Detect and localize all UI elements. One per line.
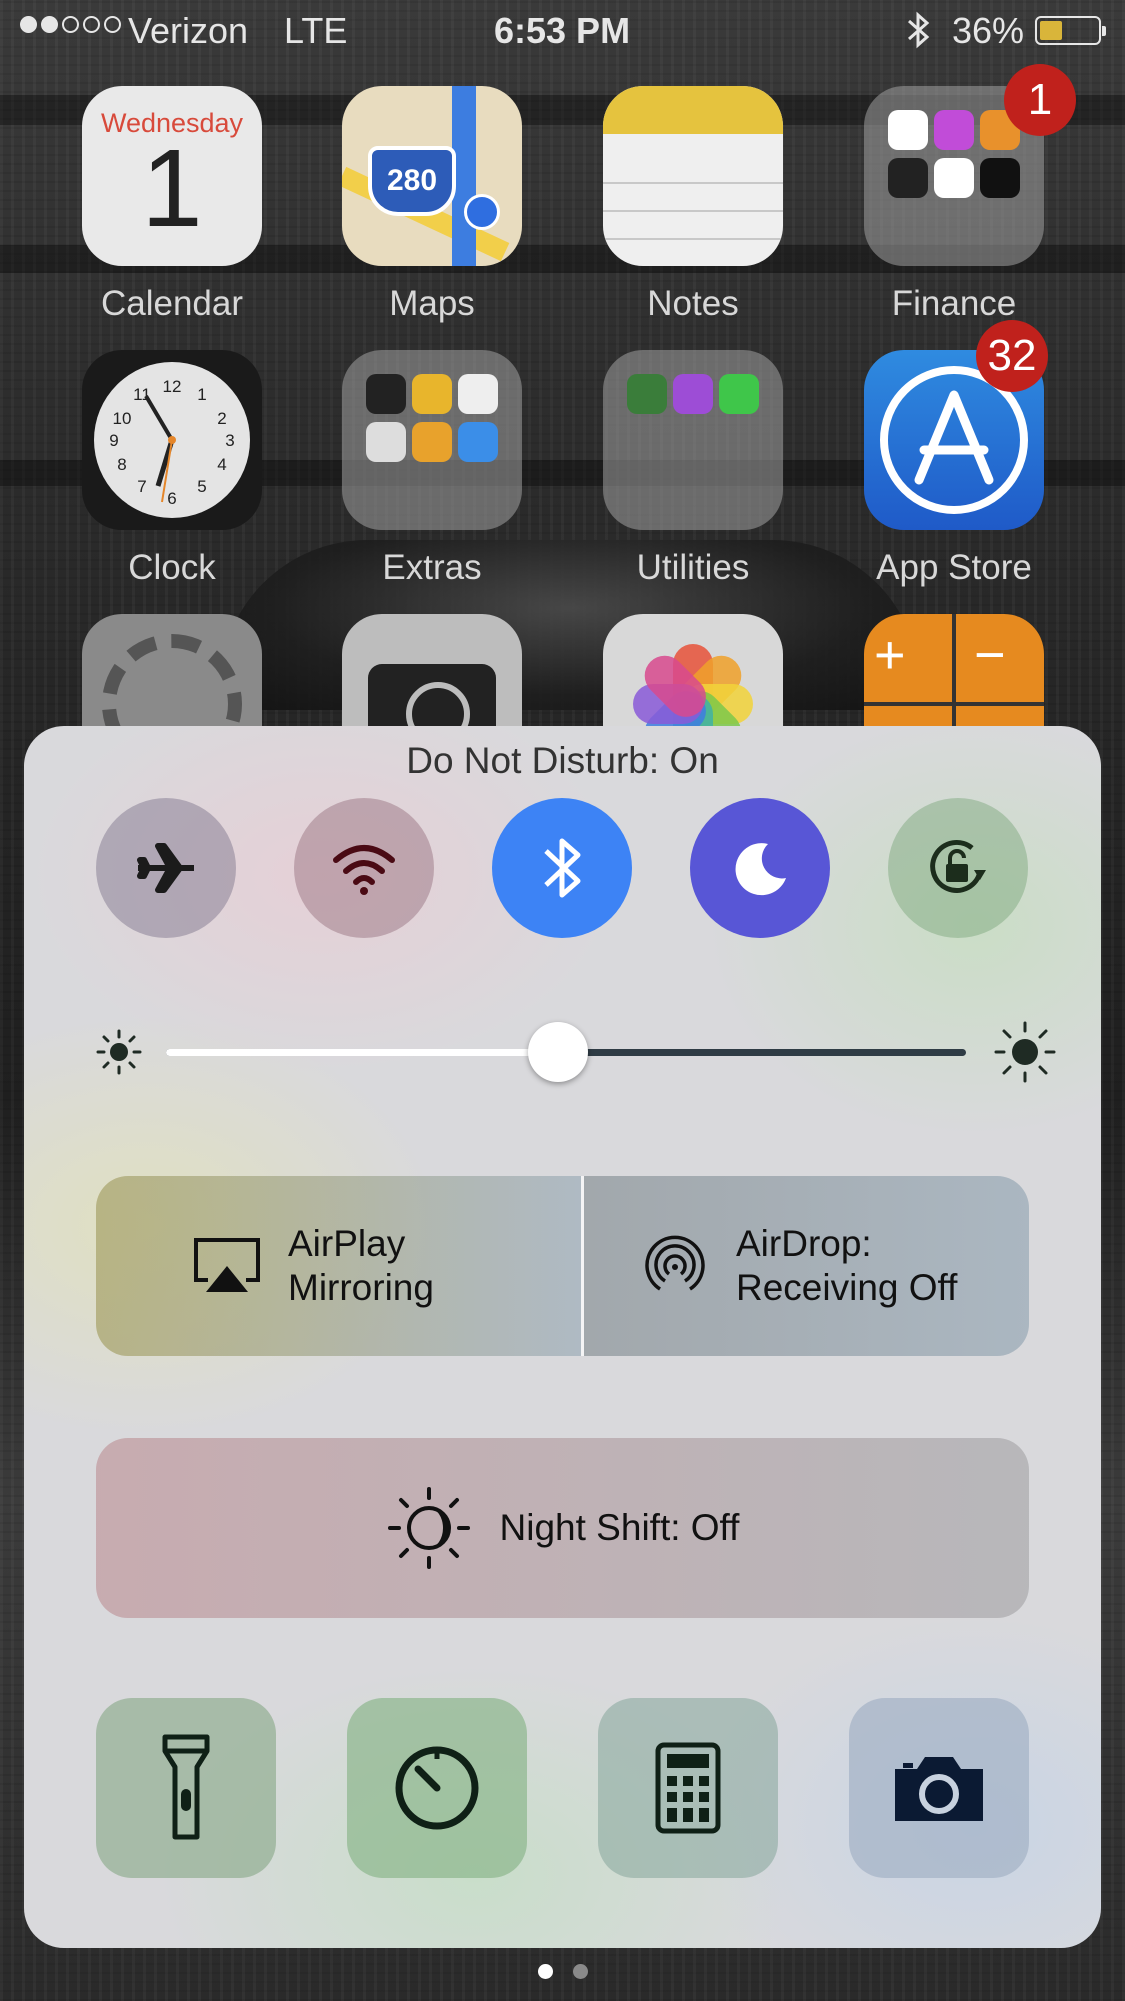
clock-numeral: 2	[217, 409, 226, 428]
calendar-icon: Wednesday 1	[82, 86, 262, 266]
moon-icon	[735, 843, 786, 896]
app-label: Clock	[128, 548, 216, 587]
battery-percentage: 36%	[952, 10, 1025, 51]
control-center-title: Do Not Disturb: On	[406, 740, 719, 781]
airplay-icon	[194, 1238, 260, 1292]
camera-button[interactable]	[849, 1698, 1029, 1878]
app-calendar[interactable]: Wednesday 1 Calendar	[82, 86, 262, 324]
status-time: 6:53 PM	[494, 10, 631, 51]
rotation-lock-toggle[interactable]	[888, 798, 1028, 938]
carrier-name: Verizon	[128, 10, 249, 51]
clock-numeral: 1	[197, 385, 206, 404]
airplane-mode-toggle[interactable]	[96, 798, 236, 938]
clock-numeral: 12	[163, 377, 182, 396]
night-shift-icon	[387, 1487, 470, 1569]
folder-icon	[603, 350, 783, 530]
signal-strength-icon	[20, 16, 121, 33]
wifi-toggle[interactable]	[294, 798, 434, 938]
airplay-mirroring-button[interactable]: AirPlay Mirroring	[96, 1176, 581, 1356]
brightness-knob[interactable]	[528, 1022, 588, 1082]
status-bar: Verizon LTE 6:53 PM 36%	[0, 0, 1125, 60]
airplay-label: AirPlay Mirroring	[288, 1223, 434, 1308]
bluetooth-toggle[interactable]	[492, 798, 632, 938]
wallpaper-car	[220, 540, 920, 710]
calculator-button[interactable]	[598, 1698, 778, 1878]
night-shift-label: Night Shift: Off	[499, 1507, 740, 1548]
app-notes[interactable]: Notes	[603, 86, 783, 324]
clock-icon: 12 1 2 3 4 5 6 7 8 9 10 11	[82, 350, 262, 530]
airplane-icon	[137, 843, 194, 893]
timer-button[interactable]	[347, 1698, 527, 1878]
folder-extras[interactable]: Extras	[342, 350, 522, 588]
clock-numeral: 5	[197, 477, 206, 496]
airdrop-icon	[645, 1235, 705, 1291]
flashlight-button[interactable]	[96, 1698, 276, 1878]
clock-numeral: 9	[109, 431, 118, 450]
calculator-icon	[655, 1742, 721, 1834]
page-dot-active[interactable]	[537, 1964, 553, 1979]
calculator-minus-key: −	[974, 625, 1006, 685]
notification-badge: 32	[976, 320, 1048, 392]
clock-numeral: 8	[117, 455, 126, 474]
folder-utilities[interactable]: Utilities	[603, 350, 783, 588]
folder-finance[interactable]: Finance 1	[864, 64, 1076, 324]
highway-shield: 280	[368, 146, 456, 216]
app-maps[interactable]: 280 Maps	[342, 86, 522, 324]
app-label: Maps	[389, 284, 475, 323]
airdrop-label: AirDrop: Receiving Off	[736, 1223, 958, 1308]
battery-icon	[1035, 16, 1106, 45]
wifi-icon	[333, 845, 395, 895]
clock-numeral: 10	[113, 409, 132, 428]
rotation-lock-icon	[930, 839, 986, 893]
maps-icon: 280	[342, 86, 522, 266]
calendar-date: 1	[141, 127, 203, 250]
do-not-disturb-toggle[interactable]	[690, 798, 830, 938]
control-center: Do Not Disturb: On AirPlay Mirroring Air…	[24, 726, 1101, 1948]
clock-numeral: 4	[217, 455, 226, 474]
folder-icon	[342, 350, 522, 530]
night-shift-button[interactable]: Night Shift: Off	[96, 1438, 1029, 1618]
calculator-plus-key: +	[874, 625, 906, 685]
timer-icon	[395, 1746, 479, 1830]
notes-icon	[603, 86, 783, 266]
page-dot[interactable]	[572, 1964, 588, 1979]
clock-numeral: 6	[167, 489, 176, 508]
brightness-low-icon	[96, 1029, 142, 1075]
app-label: App Store	[876, 548, 1032, 587]
app-label: Utilities	[636, 548, 750, 587]
app-label: Extras	[382, 548, 482, 587]
airplay-airdrop-row: AirPlay Mirroring AirDrop: Receiving Off	[96, 1176, 1029, 1356]
brightness-high-icon	[994, 1021, 1056, 1083]
app-clock[interactable]: 12 1 2 3 4 5 6 7 8 9 10 11 Clock	[82, 350, 262, 588]
page-indicator[interactable]	[0, 1964, 1125, 1979]
camera-icon	[895, 1757, 983, 1821]
clock-face: 12 1 2 3 4 5 6 7 8 9 10 11	[109, 377, 234, 508]
brightness-level	[166, 1049, 558, 1056]
airdrop-button[interactable]: AirDrop: Receiving Off	[584, 1176, 1029, 1356]
bluetooth-icon	[544, 838, 581, 898]
app-label: Notes	[647, 284, 739, 323]
brightness-slider[interactable]	[96, 1016, 1056, 1086]
app-app-store[interactable]: App Store 32	[864, 320, 1048, 588]
app-label: Calendar	[100, 284, 244, 323]
clock-numeral: 7	[137, 477, 146, 496]
app-label: Finance	[891, 284, 1017, 323]
bluetooth-icon	[905, 10, 933, 59]
network-type: LTE	[284, 10, 348, 51]
flashlight-icon	[162, 1734, 210, 1840]
clock-numeral: 3	[225, 431, 234, 450]
notification-badge: 1	[1004, 64, 1076, 136]
